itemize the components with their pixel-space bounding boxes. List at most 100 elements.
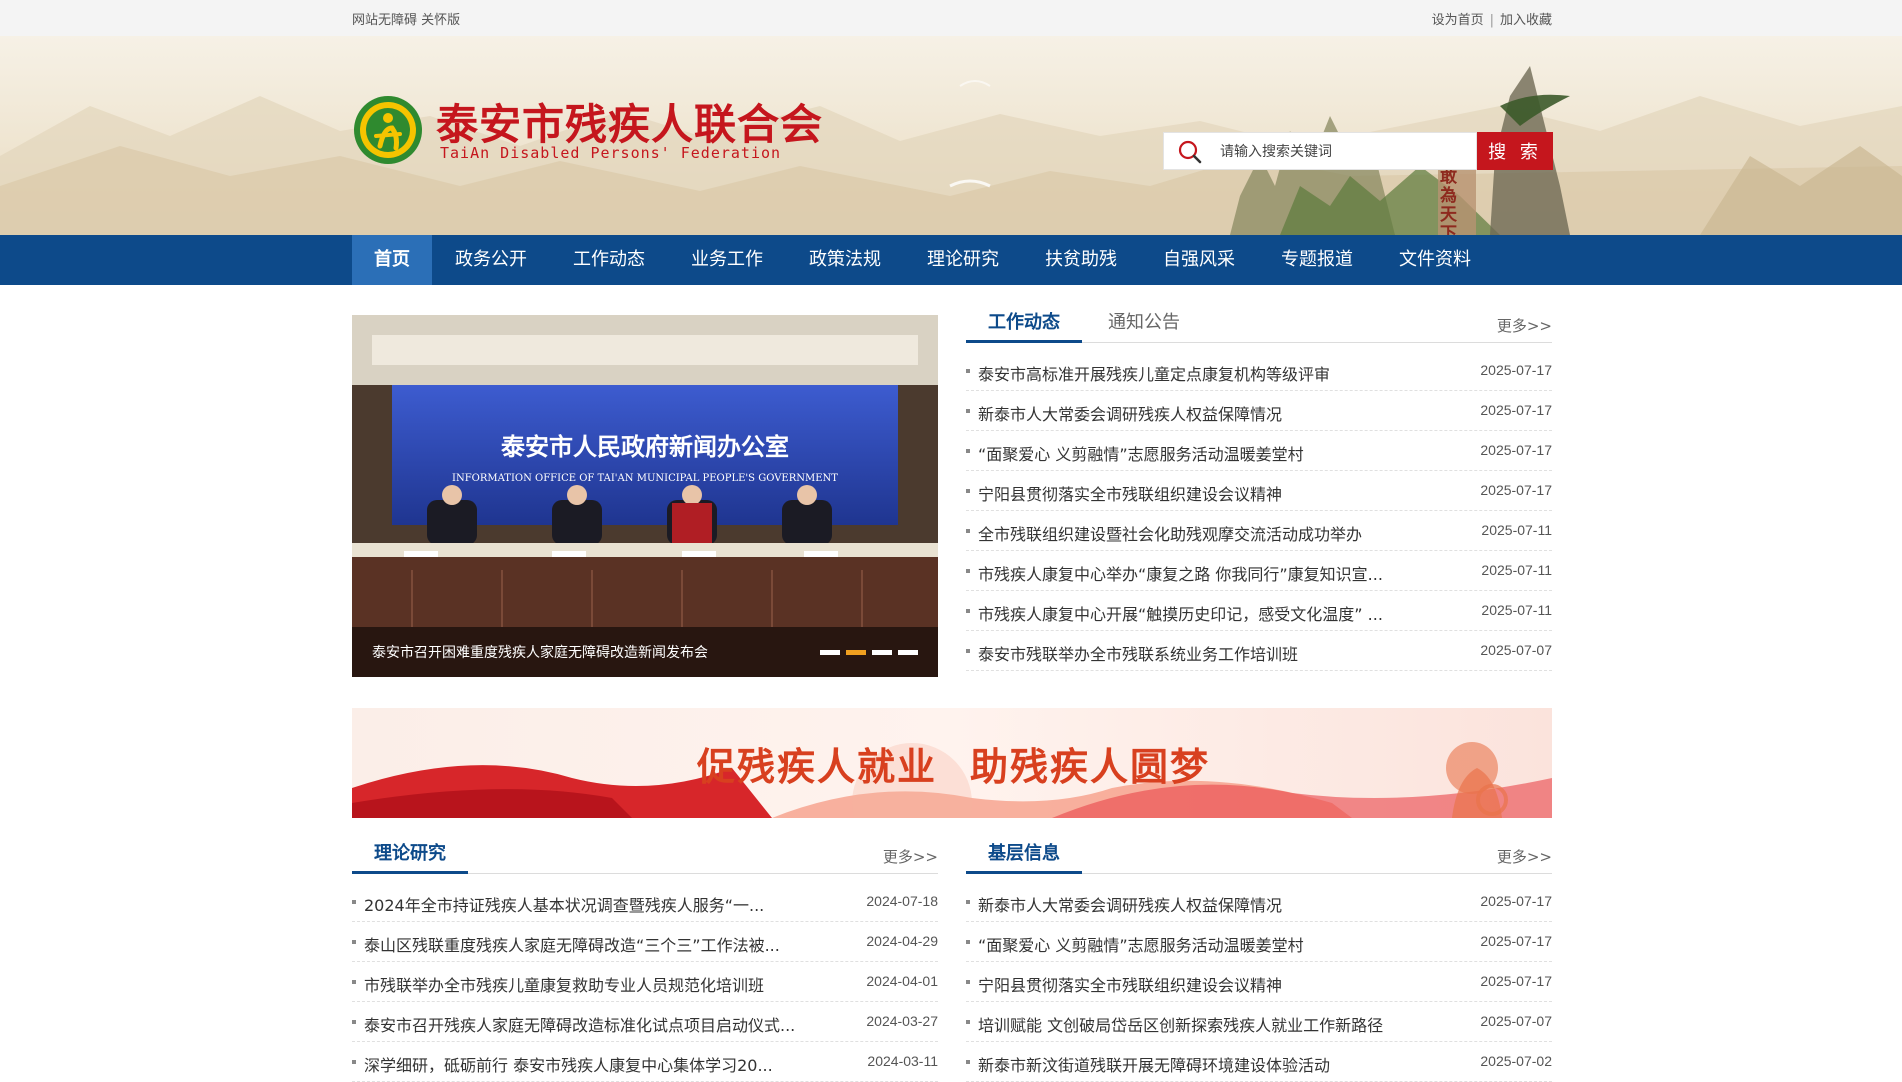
news-title: 宁阳县贯彻落实全市残联组织建设会议精神 — [978, 976, 1283, 995]
employment-banner[interactable]: 促残疾人就业 助残疾人圆梦 — [352, 708, 1552, 818]
search-box — [1163, 132, 1477, 170]
list-item[interactable]: 市残疾人康复中心举办“康复之路 你我同行”康复知识宣... 2025-07-11 — [966, 551, 1552, 591]
bullet — [966, 900, 970, 904]
slide-dot-4[interactable] — [898, 650, 918, 655]
nav-item-government-affairs[interactable]: 政务公开 — [432, 235, 550, 285]
care-mode-link[interactable]: 关怀版 — [421, 13, 460, 28]
nav-item-work-news[interactable]: 工作动态 — [550, 235, 668, 285]
nav-item-self-improvement[interactable]: 自强风采 — [1140, 235, 1258, 285]
search-input[interactable] — [1220, 141, 1470, 163]
list-item[interactable]: 新泰市人大常委会调研残疾人权益保障情况 2025-07-17 — [966, 391, 1552, 431]
list-item[interactable]: “面聚爱心 义剪融情”志愿服务活动温暖姜堂村 2025-07-17 — [966, 431, 1552, 471]
news-tabs: 工作动态 通知公告 更多>> — [966, 303, 1552, 343]
top-bar: 网站无障碍 关怀版 设为首页 | 加入收藏 — [0, 0, 1902, 36]
list-item[interactable]: 培训赋能 文创破局岱岳区创新探索残疾人就业工作新路径 2025-07-07 — [966, 1002, 1552, 1042]
banner-slogan-right: 助残疾人圆梦 — [970, 744, 1211, 789]
main-navigation: 首页 政务公开 工作动态 业务工作 政策法规 理论研究 扶贫助残 自强风采 专题… — [0, 235, 1902, 285]
theory-more-link[interactable]: 更多>> — [883, 846, 938, 867]
news-title: 2024年全市持证残疾人基本状况调查暨残疾人服务“一... — [364, 896, 765, 915]
theory-header: 理论研究 更多>> — [352, 834, 938, 874]
news-title: 市残疾人康复中心举办“康复之路 你我同行”康复知识宣... — [978, 565, 1383, 584]
news-date: 2025-07-02 — [1480, 1053, 1552, 1069]
bullet — [352, 1060, 356, 1064]
slide-photo-title: 泰安市人民政府新闻办公室 — [501, 432, 789, 461]
nav-item-poverty-relief[interactable]: 扶贫助残 — [1022, 235, 1140, 285]
nav-item-theory-research[interactable]: 理论研究 — [904, 235, 1022, 285]
list-item[interactable]: 泰安市召开残疾人家庭无障碍改造标准化试点项目启动仪式... 2024-03-27 — [352, 1002, 938, 1042]
news-more-link[interactable]: 更多>> — [1497, 315, 1552, 336]
slide-dot-3[interactable] — [872, 650, 892, 655]
list-item[interactable]: 全市残联组织建设暨社会化助残观摩交流活动成功举办 2025-07-11 — [966, 511, 1552, 551]
slide-dot-2[interactable] — [846, 650, 866, 655]
bullet — [966, 980, 970, 984]
news-title: 市残疾人康复中心开展“触摸历史印记，感受文化温度” ... — [978, 605, 1383, 624]
nav-item-special-reports[interactable]: 专题报道 — [1258, 235, 1376, 285]
bullet — [352, 980, 356, 984]
list-item[interactable]: 市残联举办全市残疾儿童康复救助专业人员规范化培训班 2024-04-01 — [352, 962, 938, 1002]
news-title: “面聚爱心 义剪融情”志愿服务活动温暖姜堂村 — [978, 445, 1304, 464]
site-subtitle: TaiAn Disabled Persons' Federation — [440, 144, 782, 162]
news-date: 2024-03-11 — [867, 1053, 938, 1069]
news-list: 泰安市高标准开展残疾儿童定点康复机构等级评审 2025-07-17 新泰市人大常委… — [966, 351, 1552, 671]
rock-seal-inscription: 敢為天下先 — [1440, 167, 1472, 236]
news-date: 2025-07-17 — [1480, 402, 1552, 418]
bullet — [966, 1060, 970, 1064]
tab-notices[interactable]: 通知公告 — [1086, 303, 1202, 343]
search-icon — [1178, 140, 1202, 164]
news-date: 2024-04-01 — [866, 973, 938, 989]
bullet — [352, 940, 356, 944]
list-item[interactable]: 泰安市高标准开展残疾儿童定点康复机构等级评审 2025-07-17 — [966, 351, 1552, 391]
slide-image: 泰安市人民政府新闻办公室 INFORMATION OFFICE OF TAI'A… — [352, 315, 938, 677]
bullet — [966, 489, 970, 493]
list-item[interactable]: 深学细研，砥砺前行 泰安市残疾人康复中心集体学习20... 2024-03-11 — [352, 1042, 938, 1082]
news-title: 泰安市高标准开展残疾儿童定点康复机构等级评审 — [978, 365, 1331, 384]
news-title: 全市残联组织建设暨社会化助残观摩交流活动成功举办 — [978, 525, 1363, 544]
top-bar-inner: 网站无障碍 关怀版 设为首页 | 加入收藏 — [352, 0, 1552, 36]
news-date: 2025-07-17 — [1480, 362, 1552, 378]
news-date: 2025-07-07 — [1480, 642, 1552, 658]
list-item[interactable]: 新泰市新汶街道残联开展无障碍环境建设体验活动 2025-07-02 — [966, 1042, 1552, 1082]
slide-photo-subtitle: INFORMATION OFFICE OF TAI'AN MUNICIPAL P… — [452, 473, 838, 484]
list-item[interactable]: “面聚爱心 义剪融情”志愿服务活动温暖姜堂村 2025-07-17 — [966, 922, 1552, 962]
news-title: 深学细研，砥砺前行 泰安市残疾人康复中心集体学习20... — [364, 1056, 773, 1075]
news-date: 2024-03-27 — [866, 1013, 938, 1029]
list-item[interactable]: 宁阳县贯彻落实全市残联组织建设会议精神 2025-07-17 — [966, 471, 1552, 511]
news-title: 培训赋能 文创破局岱岳区创新探索残疾人就业工作新路径 — [978, 1016, 1384, 1035]
list-item[interactable]: 市残疾人康复中心开展“触摸历史印记，感受文化温度” ... 2025-07-11 — [966, 591, 1552, 631]
news-title: 泰山区残联重度残疾人家庭无障碍改造“三个三”工作法被... — [364, 936, 780, 955]
list-item[interactable]: 2024年全市持证残疾人基本状况调查暨残疾人服务“一... 2024-07-18 — [352, 882, 938, 922]
news-title: 新泰市新汶街道残联开展无障碍环境建设体验活动 — [978, 1056, 1331, 1075]
nav-item-business-work[interactable]: 业务工作 — [668, 235, 786, 285]
bullet — [966, 1020, 970, 1024]
slide-caption[interactable]: 泰安市召开困难重度残疾人家庭无障碍改造新闻发布会 — [372, 642, 708, 662]
set-home-link[interactable]: 设为首页 — [1432, 13, 1484, 28]
search-button[interactable]: 搜 索 — [1477, 132, 1553, 170]
search-bar: 搜 索 — [1163, 132, 1553, 170]
list-item[interactable]: 泰山区残联重度残疾人家庭无障碍改造“三个三”工作法被... 2024-04-29 — [352, 922, 938, 962]
list-item[interactable]: 宁阳县贯彻落实全市残联组织建设会议精神 2025-07-17 — [966, 962, 1552, 1002]
list-item[interactable]: 泰安市残联举办全市残联系统业务工作培训班 2025-07-07 — [966, 631, 1552, 671]
grassroots-panel: 基层信息 更多>> 新泰市人大常委会调研残疾人权益保障情况 2025-07-17 … — [966, 834, 1552, 1082]
news-date: 2024-04-29 — [866, 933, 938, 949]
accessibility-link[interactable]: 网站无障碍 — [352, 13, 417, 28]
nav-item-documents[interactable]: 文件资料 — [1376, 235, 1494, 285]
news-date: 2025-07-11 — [1481, 522, 1552, 538]
add-favorite-link[interactable]: 加入收藏 — [1500, 13, 1552, 28]
nav-item-policies[interactable]: 政策法规 — [786, 235, 904, 285]
bullet — [966, 609, 970, 613]
federation-logo[interactable] — [352, 94, 424, 166]
tab-work-news[interactable]: 工作动态 — [966, 303, 1082, 343]
news-slider[interactable]: 泰安市人民政府新闻办公室 INFORMATION OFFICE OF TAI'A… — [352, 315, 938, 677]
bullet — [966, 449, 970, 453]
top-bar-right: 设为首页 | 加入收藏 — [1432, 9, 1552, 28]
nav-item-home[interactable]: 首页 — [352, 235, 432, 285]
bullet — [966, 940, 970, 944]
grassroots-more-link[interactable]: 更多>> — [1497, 846, 1552, 867]
section-title-grassroots[interactable]: 基层信息 — [966, 834, 1082, 874]
list-item[interactable]: 新泰市人大常委会调研残疾人权益保障情况 2025-07-17 — [966, 882, 1552, 922]
seal-text: 敢為天下先 — [1440, 167, 1457, 236]
section-title-theory[interactable]: 理论研究 — [352, 834, 468, 874]
news-date: 2025-07-11 — [1481, 562, 1552, 578]
slide-dot-1[interactable] — [820, 650, 840, 655]
banner-background — [352, 742, 1552, 818]
